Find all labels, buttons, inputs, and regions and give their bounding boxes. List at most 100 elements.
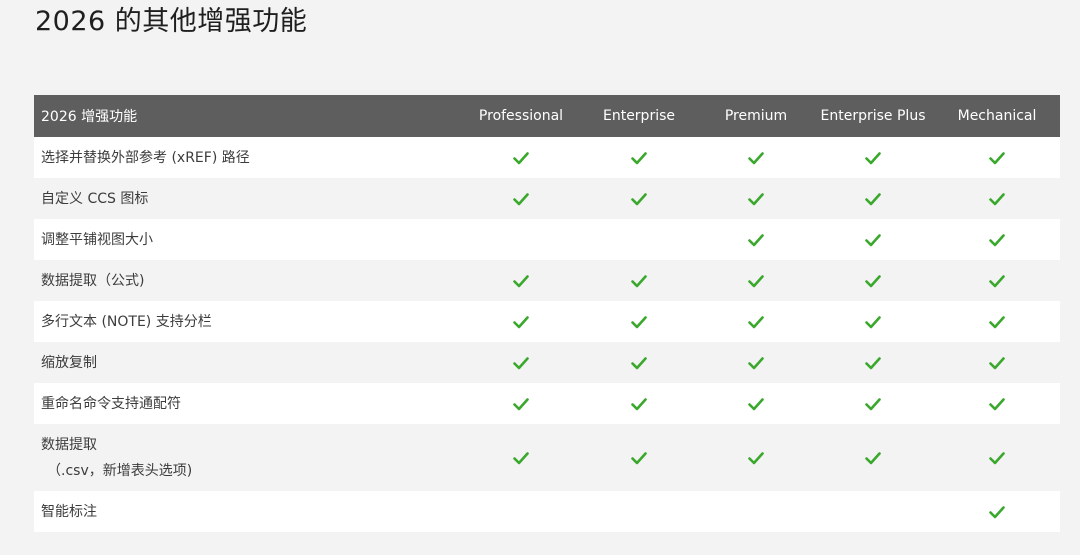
feature-cell: 调整平铺视图大小	[34, 219, 464, 260]
table-row: 选择并替换外部参考 (xREF) 路径	[34, 137, 1060, 178]
table-row: 缩放复制	[34, 342, 1060, 383]
check-icon	[989, 451, 1005, 464]
support-cell	[578, 491, 700, 532]
check-icon	[513, 451, 529, 464]
support-cell	[700, 383, 812, 424]
feature-comparison-table: 2026 增强功能 Professional Enterprise Premiu…	[34, 95, 1060, 532]
check-icon	[865, 233, 881, 246]
support-cell	[464, 301, 578, 342]
feature-cell: 自定义 CCS 图标	[34, 178, 464, 219]
check-icon	[631, 151, 647, 164]
check-icon	[748, 151, 764, 164]
column-header-premium: Premium	[700, 95, 812, 137]
support-cell	[700, 424, 812, 491]
check-icon	[631, 451, 647, 464]
feature-label: 智能标注	[41, 503, 97, 520]
support-cell	[700, 491, 812, 532]
feature-column-header: 2026 增强功能	[34, 95, 464, 137]
check-icon	[989, 274, 1005, 287]
check-icon	[865, 274, 881, 287]
check-icon	[989, 505, 1005, 518]
column-header-enterprise-plus: Enterprise Plus	[812, 95, 934, 137]
support-cell	[578, 219, 700, 260]
check-icon	[513, 274, 529, 287]
page-title: 2026 的其他增强功能	[35, 6, 308, 37]
support-cell	[934, 491, 1060, 532]
feature-label: 缩放复制	[41, 354, 97, 371]
support-cell	[578, 137, 700, 178]
support-cell	[934, 178, 1060, 219]
check-icon	[631, 192, 647, 205]
support-cell	[464, 137, 578, 178]
feature-cell: 选择并替换外部参考 (xREF) 路径	[34, 137, 464, 178]
support-cell	[464, 178, 578, 219]
table-header-row: 2026 增强功能 Professional Enterprise Premiu…	[34, 95, 1060, 137]
support-cell	[812, 301, 934, 342]
support-cell	[934, 260, 1060, 301]
check-icon	[631, 397, 647, 410]
column-header-professional: Professional	[464, 95, 578, 137]
support-cell	[464, 219, 578, 260]
check-icon	[989, 151, 1005, 164]
check-icon	[513, 397, 529, 410]
feature-cell: 重命名命令支持通配符	[34, 383, 464, 424]
support-cell	[700, 260, 812, 301]
check-icon	[748, 451, 764, 464]
check-icon	[513, 315, 529, 328]
check-icon	[989, 315, 1005, 328]
feature-cell: 缩放复制	[34, 342, 464, 383]
table-row: 多行文本 (NOTE) 支持分栏	[34, 301, 1060, 342]
check-icon	[865, 151, 881, 164]
support-cell	[812, 260, 934, 301]
support-cell	[934, 219, 1060, 260]
check-icon	[631, 356, 647, 369]
check-icon	[748, 356, 764, 369]
support-cell	[812, 383, 934, 424]
feature-cell: 数据提取（公式)	[34, 260, 464, 301]
support-cell	[578, 178, 700, 219]
support-cell	[700, 301, 812, 342]
support-cell	[464, 424, 578, 491]
table-row: 智能标注	[34, 491, 1060, 532]
support-cell	[812, 424, 934, 491]
support-cell	[464, 383, 578, 424]
support-cell	[812, 342, 934, 383]
check-icon	[748, 233, 764, 246]
check-icon	[631, 315, 647, 328]
check-icon	[748, 192, 764, 205]
support-cell	[934, 137, 1060, 178]
support-cell	[578, 383, 700, 424]
table-row: 数据提取（公式)	[34, 260, 1060, 301]
check-icon	[865, 397, 881, 410]
feature-label: 多行文本 (NOTE) 支持分栏	[41, 313, 212, 330]
check-icon	[865, 192, 881, 205]
check-icon	[865, 356, 881, 369]
feature-cell: 数据提取 （.csv，新增表头选项)	[34, 424, 464, 491]
support-cell	[700, 137, 812, 178]
feature-label: 自定义 CCS 图标	[41, 190, 149, 207]
check-icon	[513, 356, 529, 369]
table-row: 自定义 CCS 图标	[34, 178, 1060, 219]
support-cell	[700, 342, 812, 383]
check-icon	[513, 192, 529, 205]
feature-label-line2: （.csv，新增表头选项)	[47, 462, 193, 479]
column-header-mechanical: Mechanical	[934, 95, 1060, 137]
table-row: 调整平铺视图大小	[34, 219, 1060, 260]
support-cell	[812, 178, 934, 219]
feature-label: 选择并替换外部参考 (xREF) 路径	[41, 149, 250, 166]
check-icon	[631, 274, 647, 287]
check-icon	[748, 397, 764, 410]
support-cell	[812, 219, 934, 260]
support-cell	[934, 342, 1060, 383]
check-icon	[513, 151, 529, 164]
feature-label: 重命名命令支持通配符	[41, 395, 181, 412]
support-cell	[578, 342, 700, 383]
check-icon	[748, 315, 764, 328]
check-icon	[989, 192, 1005, 205]
support-cell	[934, 383, 1060, 424]
support-cell	[464, 260, 578, 301]
feature-label: 数据提取（公式)	[41, 272, 145, 289]
table-row: 数据提取 （.csv，新增表头选项)	[34, 424, 1060, 491]
feature-cell: 多行文本 (NOTE) 支持分栏	[34, 301, 464, 342]
support-cell	[464, 342, 578, 383]
